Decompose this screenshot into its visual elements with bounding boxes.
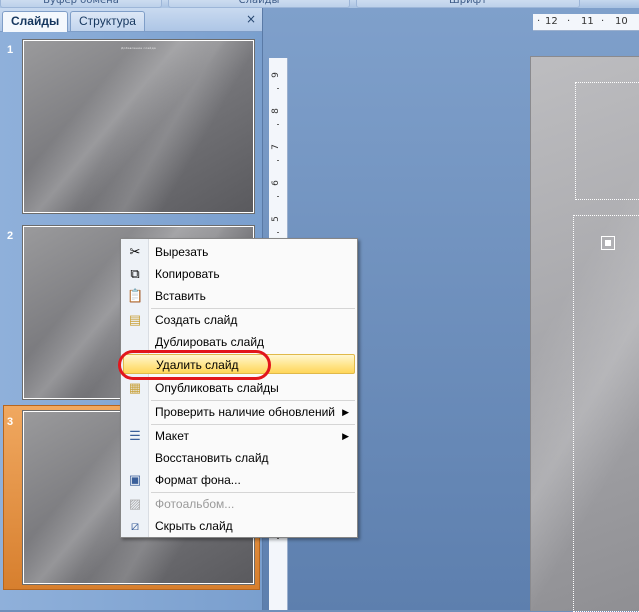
- menu-item-label: Дублировать слайд: [155, 335, 265, 349]
- ribbon-group-slides[interactable]: Слайды: [168, 0, 350, 8]
- menu-item-cut[interactable]: ✂ Вырезать: [123, 242, 355, 262]
- menu-item-label: Скрыть слайд: [155, 519, 233, 533]
- menu-item-duplicate-slide[interactable]: Дублировать слайд: [123, 332, 355, 352]
- photo-album-icon: ▨: [128, 496, 142, 511]
- menu-item-label: Восстановить слайд: [155, 451, 269, 465]
- menu-item-hide-slide[interactable]: ⧄ Скрыть слайд: [123, 516, 355, 536]
- slide-number: 3: [7, 416, 14, 428]
- scissors-icon: ✂: [129, 244, 141, 259]
- ruler-label: 10: [615, 16, 628, 27]
- slide-number: 1: [7, 44, 14, 56]
- ribbon-group-font[interactable]: Шрифт: [356, 0, 580, 8]
- context-menu: ✂ Вырезать ⧉ Копировать 📋 Вставить ▤ Соз…: [120, 238, 358, 538]
- menu-item-paste[interactable]: 📋 Вставить: [123, 286, 355, 306]
- menu-item-layout[interactable]: ☰ Макет ▶: [123, 426, 355, 446]
- tab-slides[interactable]: Слайды: [2, 11, 69, 32]
- menu-item-format-background[interactable]: ▣ Формат фона...: [123, 470, 355, 490]
- annotation-highlight-ring: [118, 350, 271, 380]
- menu-item-label: Опубликовать слайды: [155, 381, 279, 395]
- horizontal-ruler: · 12 · 11 · 10: [533, 14, 639, 31]
- menu-separator: [151, 308, 355, 309]
- ruler-label: 6: [270, 180, 281, 186]
- ruler-label: 7: [270, 144, 281, 150]
- ruler-label: 8: [270, 108, 281, 114]
- menu-item-check-updates[interactable]: Проверить наличие обновлений ▶: [123, 402, 355, 422]
- menu-item-new-slide[interactable]: ▤ Создать слайд: [123, 310, 355, 330]
- menu-item-label: Вставить: [155, 289, 206, 303]
- paste-icon: 📋: [127, 288, 144, 303]
- insert-object-icon[interactable]: [601, 236, 615, 250]
- menu-separator: [151, 424, 355, 425]
- ruler-label: 12: [545, 16, 558, 27]
- ruler-label: 5: [270, 216, 281, 222]
- menu-item-label: Макет: [155, 429, 189, 443]
- ruler-label: 11: [581, 16, 594, 27]
- menu-item-label: Проверить наличие обновлений: [155, 405, 335, 419]
- menu-item-photo-album[interactable]: ▨ Фотоальбом...: [123, 494, 355, 514]
- menu-separator: [151, 400, 355, 401]
- layout-icon: ☰: [129, 428, 141, 443]
- menu-separator: [151, 492, 355, 493]
- title-placeholder[interactable]: [575, 82, 639, 200]
- submenu-arrow-icon: ▶: [342, 431, 349, 441]
- submenu-arrow-icon: ▶: [342, 407, 349, 417]
- menu-item-label: Фотоальбом...: [155, 497, 235, 511]
- new-slide-icon: ▤: [128, 312, 142, 327]
- menu-item-reset-slide[interactable]: Восстановить слайд: [123, 448, 355, 468]
- pane-tabs: Слайды Структура ×: [0, 8, 262, 32]
- copy-icon: ⧉: [130, 266, 140, 281]
- menu-item-label: Формат фона...: [155, 473, 241, 487]
- menu-item-label: Создать слайд: [155, 313, 238, 327]
- menu-item-label: Вырезать: [155, 245, 209, 259]
- slide-number: 2: [7, 230, 14, 242]
- slide-thumbnail-1[interactable]: Добавление слайда: [22, 39, 255, 214]
- ruler-label: 9: [270, 72, 281, 78]
- menu-item-copy[interactable]: ⧉ Копировать: [123, 264, 355, 284]
- format-background-icon: ▣: [128, 472, 142, 487]
- ribbon-group-clipboard[interactable]: Буфер обмена: [0, 0, 162, 8]
- menu-item-label: Копировать: [155, 267, 220, 281]
- content-placeholder[interactable]: [573, 215, 639, 612]
- slide-thumbnail-title: Добавление слайда: [121, 46, 156, 50]
- publish-slides-icon: ▦: [128, 380, 142, 395]
- hide-slide-icon: ⧄: [130, 518, 140, 533]
- close-icon[interactable]: ×: [246, 12, 256, 26]
- tab-outline[interactable]: Структура: [70, 11, 145, 31]
- menu-item-publish-slides[interactable]: ▦ Опубликовать слайды: [123, 378, 355, 398]
